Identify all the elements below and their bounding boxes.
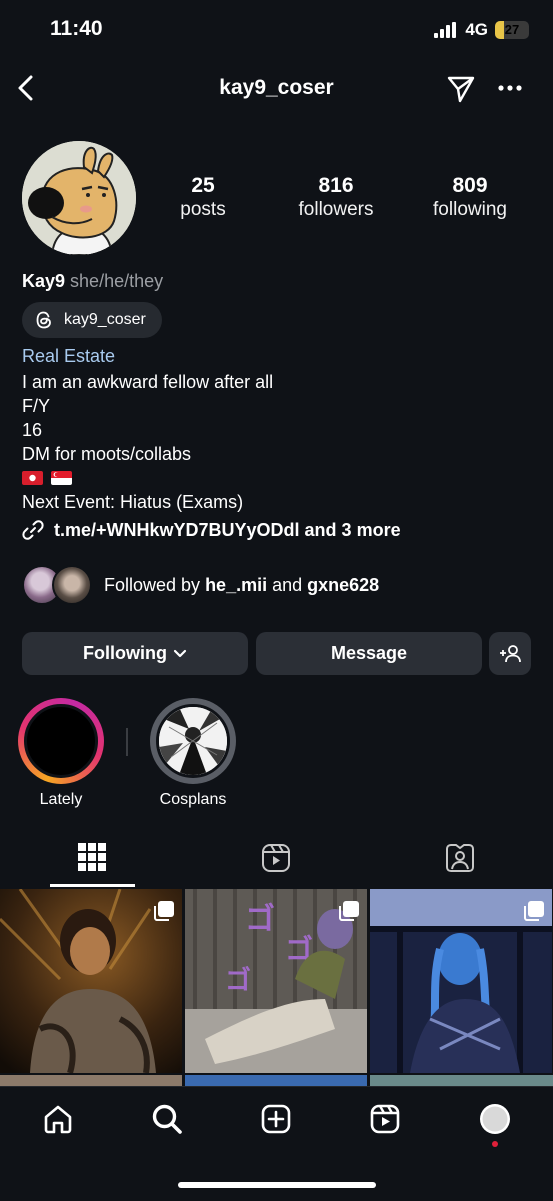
post-thumbnail[interactable]: ゴ ゴ ゴ bbox=[185, 889, 367, 1073]
battery-icon: 27 bbox=[495, 21, 529, 39]
nav-home[interactable] bbox=[42, 1103, 74, 1135]
followed-by-prefix: Followed by bbox=[104, 574, 206, 595]
display-name: Kay9 bbox=[22, 271, 66, 291]
post-thumbnail[interactable] bbox=[370, 889, 552, 1073]
followers-label: followers bbox=[298, 199, 374, 220]
highlight-divider bbox=[126, 728, 128, 756]
threads-icon bbox=[34, 310, 54, 330]
grid-icon bbox=[78, 843, 106, 871]
bio-flags bbox=[22, 466, 273, 490]
profile-avatar[interactable] bbox=[22, 141, 136, 255]
post-thumbnail[interactable] bbox=[0, 889, 182, 1073]
highlight-label: Cosplans bbox=[159, 791, 227, 808]
reels-icon bbox=[261, 843, 291, 873]
story-ring bbox=[18, 698, 104, 784]
following-label: Following bbox=[83, 643, 167, 663]
profile-name-line: Kay9 she/he/they bbox=[22, 271, 163, 292]
threads-handle: kay9_coser bbox=[64, 311, 146, 328]
followed-by-text: Followed by he_.mii and gxne628 bbox=[104, 575, 379, 596]
profile-link[interactable]: t.me/+WNHkwYD7BUYyODdl and 3 more bbox=[22, 519, 401, 541]
status-indicators: 4G 27 bbox=[434, 20, 529, 40]
next-event: Next Event: Hiatus (Exams) bbox=[22, 492, 244, 512]
carousel-icon bbox=[339, 901, 359, 921]
plus-square-icon bbox=[260, 1103, 292, 1135]
highlight-lately[interactable]: Lately bbox=[18, 698, 104, 809]
nav-create[interactable] bbox=[260, 1103, 292, 1135]
following-label: following bbox=[433, 199, 507, 220]
highlight-label: Lately bbox=[39, 791, 83, 808]
mutual-followers[interactable]: Followed by he_.mii and gxne628 bbox=[22, 565, 379, 605]
ellipsis-icon bbox=[497, 84, 523, 92]
mutual-avatar bbox=[52, 565, 92, 605]
suggested-users-button[interactable] bbox=[489, 632, 531, 675]
tab-reels[interactable] bbox=[261, 843, 291, 873]
carousel-icon bbox=[524, 901, 544, 921]
highlight-cover bbox=[24, 704, 98, 778]
network-type: 4G bbox=[465, 20, 488, 39]
add-person-icon bbox=[499, 644, 521, 664]
story-ring bbox=[150, 698, 236, 784]
active-tab-indicator bbox=[50, 884, 135, 887]
highlight-cosplans[interactable]: Cosplans bbox=[150, 698, 236, 809]
battery-percent: 27 bbox=[504, 22, 520, 37]
manga-cover-image bbox=[159, 707, 227, 775]
signal-icon bbox=[434, 22, 458, 38]
share-button[interactable] bbox=[446, 74, 476, 104]
bio-line: DM for moots/collabs bbox=[22, 444, 192, 464]
search-icon bbox=[151, 1103, 183, 1135]
mutual-user: he_.mii bbox=[205, 574, 268, 595]
svg-text:ゴ: ゴ bbox=[225, 965, 251, 996]
svg-text:ゴ: ゴ bbox=[245, 902, 275, 937]
carousel-icon bbox=[154, 901, 174, 921]
followed-by-conjunction: and bbox=[267, 574, 308, 595]
tab-tagged[interactable] bbox=[445, 843, 475, 873]
home-icon bbox=[42, 1103, 74, 1135]
avatar-dog-illustration bbox=[22, 141, 136, 255]
mutual-user: gxne628 bbox=[307, 574, 380, 595]
link-text: t.me/+WNHkwYD7BUYyODdl and 3 more bbox=[54, 519, 401, 540]
followers-count: 816 bbox=[318, 174, 354, 197]
nav-search[interactable] bbox=[151, 1103, 183, 1135]
profile-category[interactable]: Real Estate bbox=[22, 346, 115, 367]
reels-icon bbox=[369, 1103, 401, 1135]
posts-label: posts bbox=[180, 199, 226, 220]
posts-count: 25 bbox=[191, 174, 215, 197]
bio-line: I am an awkward fellow after all bbox=[22, 372, 274, 392]
singapore-flag-icon bbox=[51, 471, 72, 485]
nav-profile[interactable] bbox=[478, 1103, 512, 1147]
chevron-down-icon bbox=[173, 649, 187, 659]
threads-badge[interactable]: kay9_coser bbox=[22, 302, 162, 338]
home-indicator bbox=[178, 1182, 376, 1188]
stat-following[interactable]: 809 following bbox=[405, 173, 535, 222]
bio-line: 16 bbox=[22, 420, 43, 440]
tab-posts-grid[interactable] bbox=[78, 843, 106, 871]
profile-bio: I am an awkward fellow after all F/Y 16 … bbox=[22, 370, 273, 514]
bio-line: F/Y bbox=[22, 396, 51, 416]
link-icon bbox=[22, 519, 44, 541]
nav-reels[interactable] bbox=[369, 1103, 401, 1135]
stat-posts[interactable]: 25 posts bbox=[138, 173, 268, 222]
paper-plane-icon bbox=[446, 74, 476, 104]
more-options-button[interactable] bbox=[497, 84, 523, 92]
message-button[interactable]: Message bbox=[256, 632, 482, 675]
pronouns: she/he/they bbox=[70, 271, 164, 291]
profile-avatar-icon bbox=[478, 1103, 512, 1147]
hong-kong-flag-icon bbox=[22, 471, 43, 485]
stat-followers[interactable]: 816 followers bbox=[271, 173, 401, 222]
message-label: Message bbox=[330, 643, 408, 663]
following-count: 809 bbox=[452, 174, 488, 197]
status-time: 11:40 bbox=[50, 17, 103, 40]
highlight-cover bbox=[156, 704, 230, 778]
following-button[interactable]: Following bbox=[22, 632, 248, 675]
tagged-icon bbox=[445, 843, 475, 873]
